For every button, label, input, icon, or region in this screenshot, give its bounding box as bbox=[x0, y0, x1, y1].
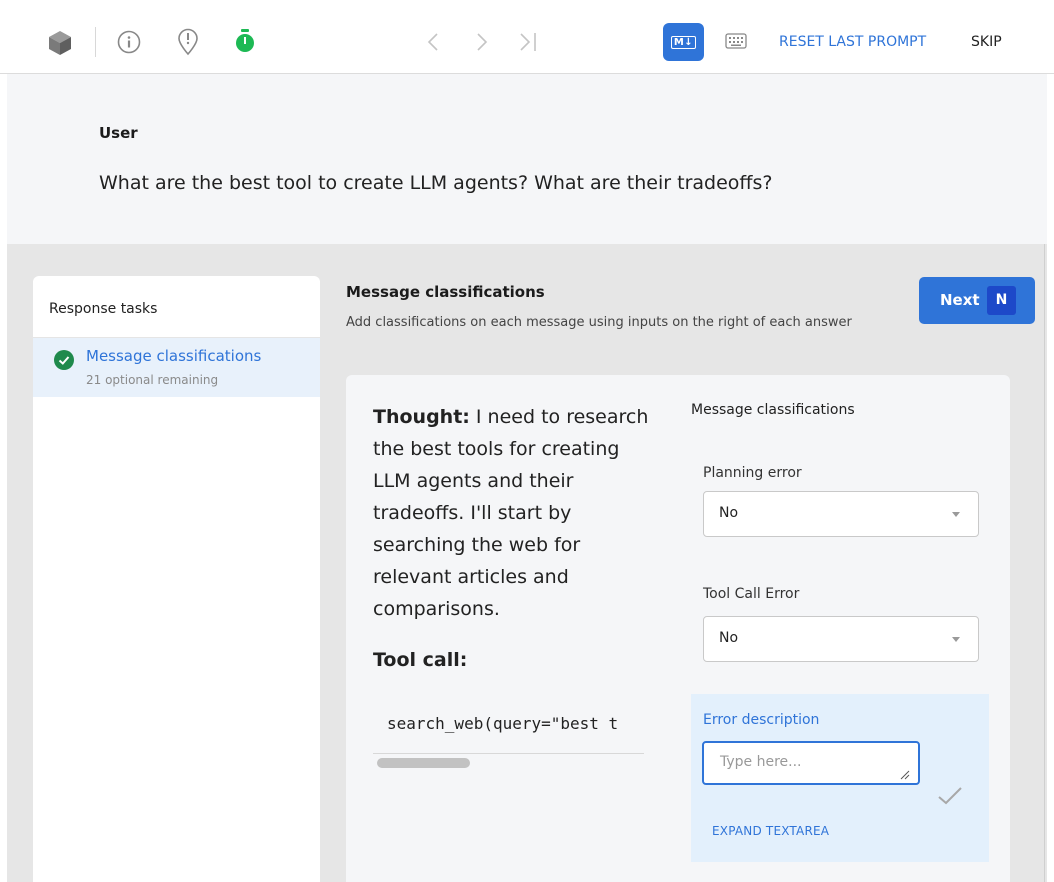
caret-down-icon bbox=[952, 637, 960, 642]
thought-label: Thought: bbox=[373, 406, 470, 428]
tool-call-label: Tool call: bbox=[373, 649, 468, 671]
right-edge-divider bbox=[1044, 244, 1045, 882]
code-text: search_web(query="best t bbox=[387, 714, 619, 733]
section-title: Message classifications bbox=[346, 283, 545, 301]
chevron-left-icon[interactable] bbox=[423, 30, 443, 54]
caret-down-icon bbox=[952, 512, 960, 517]
toolbar-divider bbox=[95, 27, 96, 57]
timer-icon[interactable] bbox=[233, 27, 257, 55]
skip-button[interactable]: SKIP bbox=[971, 33, 1002, 51]
planning-error-label: Planning error bbox=[703, 465, 802, 481]
next-shortcut-key: N bbox=[987, 286, 1016, 315]
tool-call-error-label: Tool Call Error bbox=[703, 586, 800, 602]
cube-icon[interactable] bbox=[46, 29, 73, 57]
keyboard-icon[interactable] bbox=[724, 31, 748, 51]
tool-call-error-select[interactable]: No bbox=[703, 616, 979, 662]
prompt-text: What are the best tool to create LLM age… bbox=[99, 172, 773, 194]
code-divider bbox=[373, 753, 644, 754]
chevron-right-icon[interactable] bbox=[472, 30, 492, 54]
task-item-message-classifications[interactable]: Message classifications 21 optional rema… bbox=[33, 338, 320, 397]
check-circle-icon bbox=[54, 350, 74, 370]
error-description-label: Error description bbox=[703, 712, 820, 728]
tool-call-error-value: No bbox=[719, 630, 739, 646]
task-item-title: Message classifications bbox=[86, 347, 262, 365]
thought-text: Thought: I need to research the best too… bbox=[373, 401, 651, 625]
expand-textarea-button[interactable]: EXPAND TEXTAREA bbox=[712, 824, 829, 838]
error-description-textarea[interactable]: Type here... bbox=[702, 741, 920, 785]
section-subtitle: Add classifications on each message usin… bbox=[346, 315, 852, 330]
horizontal-scrollbar[interactable] bbox=[377, 758, 470, 768]
code-block[interactable]: search_web(query="best t bbox=[373, 698, 644, 772]
prompt-role-label: User bbox=[99, 124, 138, 142]
top-toolbar: M↓ RESET LAST PROMPT SKIP bbox=[0, 0, 1054, 74]
confirm-check-icon[interactable] bbox=[937, 786, 963, 806]
markdown-icon: M↓ bbox=[670, 35, 697, 49]
reset-last-prompt-button[interactable]: RESET LAST PROMPT bbox=[779, 33, 926, 51]
alert-pin-icon[interactable] bbox=[176, 27, 200, 57]
prompt-panel bbox=[7, 74, 1047, 244]
resize-handle-icon[interactable] bbox=[898, 765, 910, 780]
planning-error-select[interactable]: No bbox=[703, 491, 979, 537]
info-icon[interactable] bbox=[116, 29, 142, 55]
classifications-header: Message classifications bbox=[691, 402, 855, 418]
markdown-toggle-button[interactable]: M↓ bbox=[663, 23, 704, 61]
task-item-subtitle: 21 optional remaining bbox=[86, 373, 219, 387]
error-description-panel: Error description Type here... EXPAND TE… bbox=[691, 694, 989, 862]
response-tasks-header: Response tasks bbox=[49, 301, 158, 317]
response-tasks-panel: Response tasks Message classifications 2… bbox=[33, 276, 320, 882]
next-button[interactable]: Next N bbox=[919, 277, 1035, 324]
skip-to-end-icon[interactable] bbox=[516, 30, 540, 54]
thought-body: I need to research the best tools for cr… bbox=[373, 406, 649, 620]
next-button-label: Next bbox=[940, 291, 980, 309]
planning-error-value: No bbox=[719, 505, 739, 521]
textarea-placeholder: Type here... bbox=[720, 754, 802, 770]
